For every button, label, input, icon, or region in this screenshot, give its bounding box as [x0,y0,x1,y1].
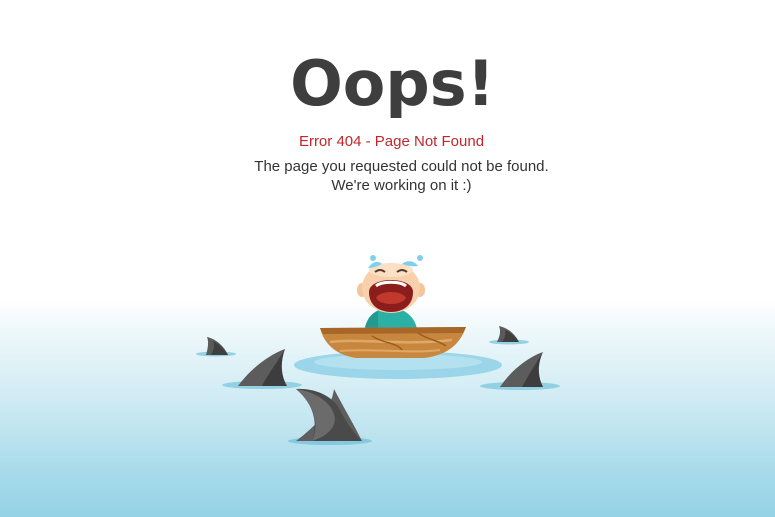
shark-fin-icon [497,326,519,342]
shark-fin-icon [238,349,287,386]
shark-fin-icon [206,337,228,355]
shark-fin-icon [500,352,543,387]
shipwreck-illustration [196,255,560,445]
shark-fin-icon [296,388,362,441]
crying-boy [357,255,425,338]
error-page: Oops! Error 404 - Page Not Found The pag… [0,0,775,517]
